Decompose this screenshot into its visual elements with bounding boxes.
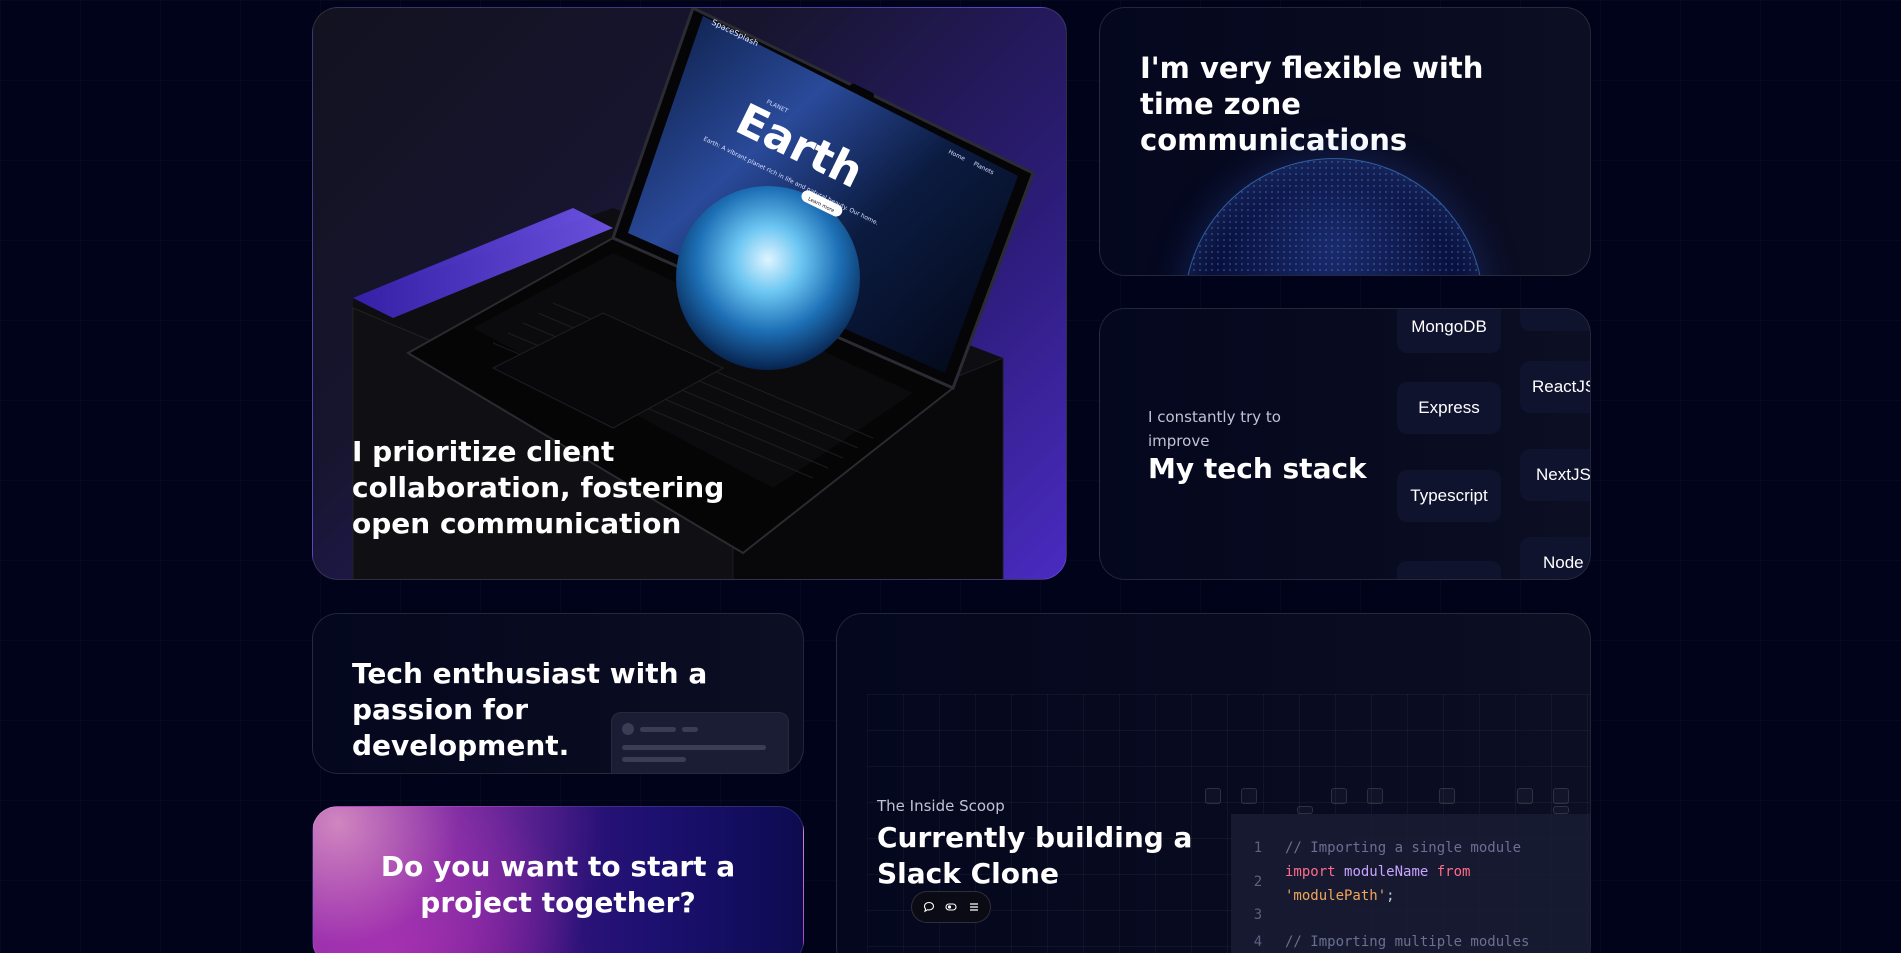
globe-icon[interactable]: [1184, 158, 1484, 275]
collaboration-card: Earth PLANET SpaceSplash Earth: A vibran…: [312, 7, 1067, 580]
tech-pill-node: Node: [1520, 537, 1590, 579]
code-keyword-import: import: [1285, 864, 1336, 880]
code-string: 'modulePath': [1285, 888, 1387, 904]
code-keyword-from: from: [1436, 864, 1471, 880]
code-snippet: 1// Importing a single module 0import mo…: [1231, 814, 1590, 953]
timezone-card: I'm very flexible with time zone communi…: [1099, 7, 1591, 276]
tech-stack-card: I constantly try to improve My tech stac…: [1099, 308, 1591, 580]
tech-pill-express: Express: [1397, 382, 1501, 434]
code-identifier: moduleName: [1344, 864, 1429, 880]
tech-stack-title: My tech stack: [1148, 452, 1367, 485]
start-project-title[interactable]: Do you want to start a project together?: [313, 849, 803, 921]
timezone-title: I'm very flexible with time zone communi…: [1140, 51, 1484, 157]
tech-pill-nextjs: NextJS: [1520, 449, 1590, 501]
chat-icon[interactable]: [923, 901, 935, 913]
code-comment: // Importing a single module: [1285, 840, 1522, 856]
mini-toolbar: [911, 891, 991, 923]
line-number: 4: [1253, 934, 1263, 950]
line-number: 3: [1253, 907, 1263, 923]
tech-stack-subtitle: I constantly try to improve: [1148, 408, 1281, 450]
enthusiast-title: Tech enthusiast with a passion for devel…: [352, 657, 708, 762]
tech-pill-typescript: Typescript: [1397, 470, 1501, 522]
collaboration-title: I prioritize client collaboration, foste…: [352, 435, 725, 540]
enthusiast-card: Tech enthusiast with a passion for devel…: [312, 613, 804, 774]
code-punctuation: ;: [1386, 888, 1395, 904]
slack-title: Currently building a Slack Clone: [877, 821, 1193, 890]
slack-subtitle: The Inside Scoop: [877, 797, 1005, 815]
tech-pill-reactjs: ReactJS: [1520, 361, 1590, 413]
toggle-icon[interactable]: [945, 901, 957, 913]
tech-pill-mongodb: MongoDB: [1397, 309, 1501, 353]
menu-icon[interactable]: [968, 901, 980, 913]
slack-clone-card: 1// Importing a single module 0import mo…: [836, 613, 1591, 953]
tech-pill-partial: [1397, 561, 1501, 579]
tech-pill-partial-top: [1520, 309, 1590, 331]
code-comment: // Importing multiple modules: [1285, 934, 1530, 950]
start-project-card[interactable]: Do you want to start a project together?: [312, 806, 804, 953]
